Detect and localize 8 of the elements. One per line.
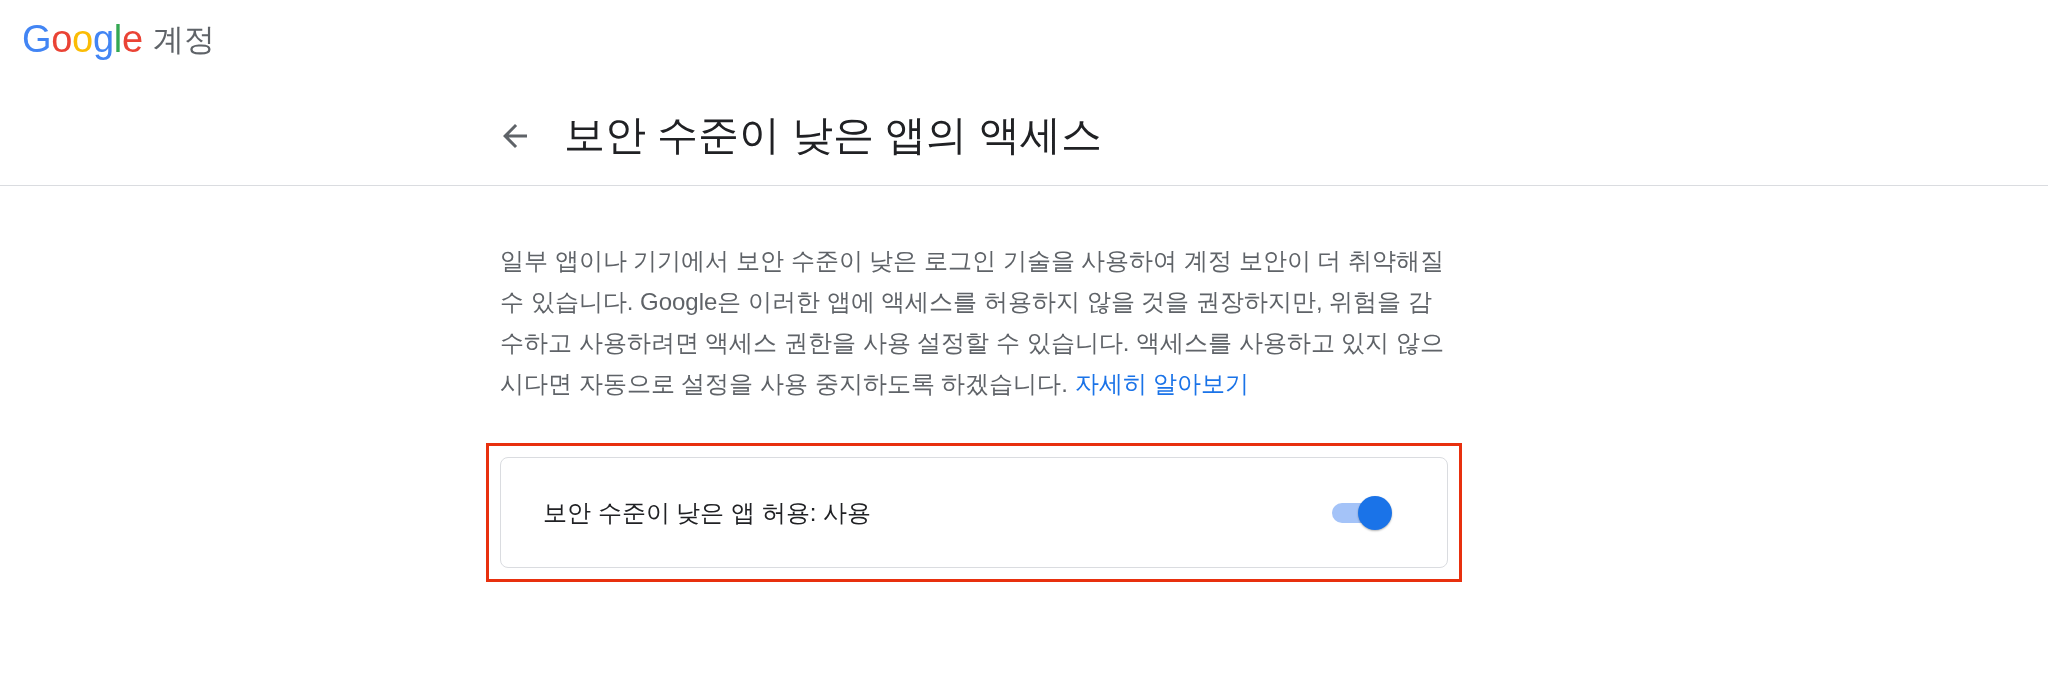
description-text: 일부 앱이나 기기에서 보안 수준이 낮은 로그인 기술을 사용하여 계정 보안이 더 취약해질 수 있습니다. Google은 이러한 앱에 액세스를 허용하지 않을 것을 권장하지만, 위험을 감수하고 사용하려면 액세스 권한을 사용 설정할 수 있습니다. 액세스를 사용하고 있지 않으시다면 자동으로 설정을 사용 중지하도록 하겠습니다. 자세히 알아보기 <box>500 246 1445 399</box>
arrow-left-icon <box>501 123 529 148</box>
page-title: 보안 수준이 낮은 앱의 액세스 <box>564 110 1102 160</box>
toggle-switch[interactable] <box>1332 495 1392 530</box>
google-logo[interactable]: Google <box>22 20 143 58</box>
learn-more-link[interactable]: 자세히 알아보기 <box>1074 370 1250 397</box>
product-name: 계정 <box>152 23 215 55</box>
setting-label: 보안 수준이 낮은 앱 허용: 사용 <box>543 497 871 528</box>
